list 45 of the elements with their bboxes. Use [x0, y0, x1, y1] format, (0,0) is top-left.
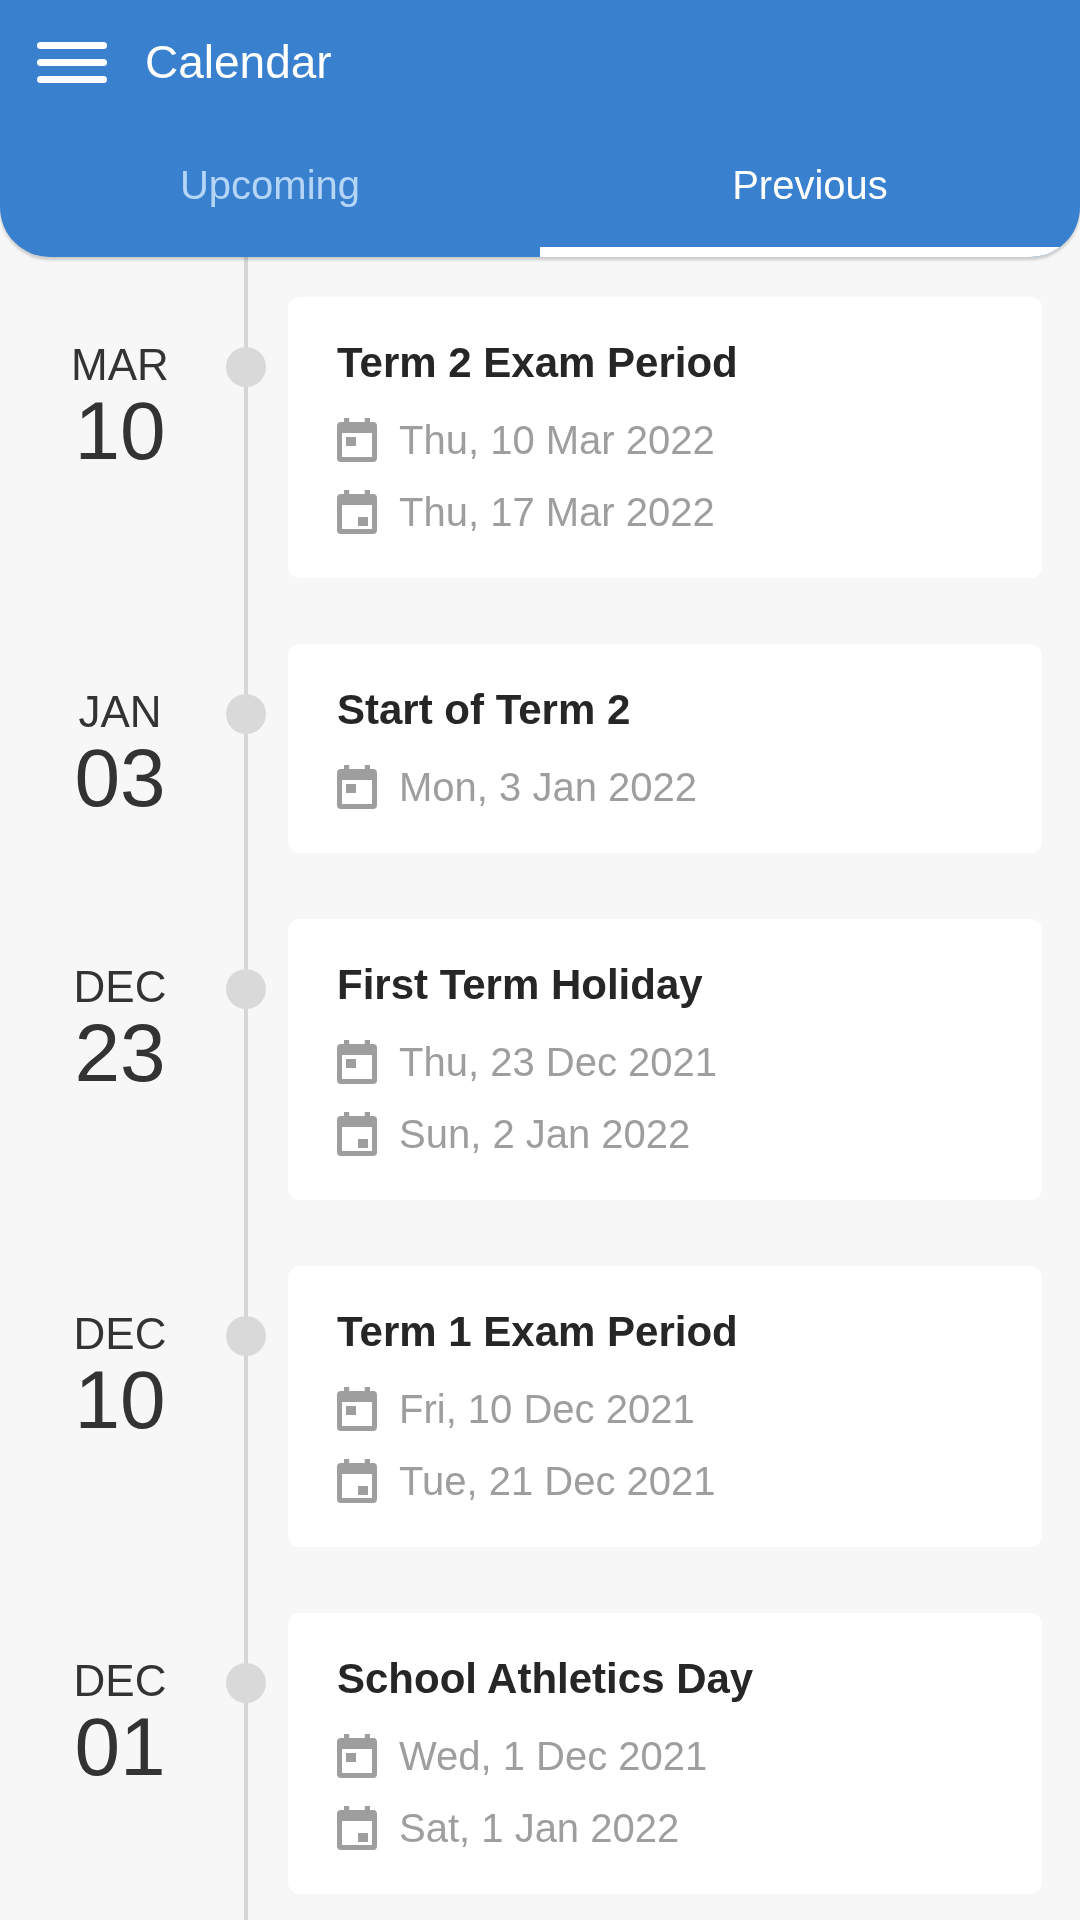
- date-month: DEC: [73, 963, 167, 1011]
- calendar-icon: [337, 1112, 377, 1156]
- event-title: School Athletics Day: [337, 1654, 755, 1704]
- event-card[interactable]: School Athletics Day Wed, 1 Dec 2021 Sat, 1 Jan 2022: [288, 1613, 1042, 1894]
- event-date: Mon, 3 Jan 2022: [399, 764, 697, 811]
- timeline-dot-icon: [226, 1663, 266, 1703]
- date-month: MAR: [71, 341, 169, 389]
- event-date: Thu, 10 Mar 2022: [399, 417, 715, 464]
- date-day: 23: [74, 1011, 166, 1095]
- calendar-icon: [337, 418, 377, 462]
- date-month: DEC: [73, 1310, 167, 1358]
- event-date: Wed, 1 Dec 2021: [399, 1733, 708, 1780]
- date-day: 10: [74, 1358, 166, 1442]
- timeline-dot-icon: [226, 969, 266, 1009]
- date-day: 01: [74, 1705, 166, 1789]
- calendar-icon: [337, 490, 377, 534]
- event-title: First Term Holiday: [337, 960, 704, 1010]
- date-month: JAN: [78, 688, 162, 736]
- event-card[interactable]: Start of Term 2 Mon, 3 Jan 2022: [288, 644, 1042, 853]
- event-title: Term 2 Exam Period: [337, 338, 739, 388]
- menu-icon[interactable]: [37, 41, 107, 83]
- event-date: Fri, 10 Dec 2021: [399, 1386, 695, 1433]
- date-day: 10: [74, 389, 166, 473]
- event-card[interactable]: Term 1 Exam Period Fri, 10 Dec 2021 Tue, 21 Dec 2021: [288, 1266, 1042, 1547]
- event-title: Term 1 Exam Period: [337, 1307, 739, 1357]
- calendar-icon: [337, 1734, 377, 1778]
- calendar-icon: [337, 1387, 377, 1431]
- app-title: Calendar: [145, 35, 332, 90]
- calendar-icon: [337, 1459, 377, 1503]
- event-date: Sat, 1 Jan 2022: [399, 1805, 680, 1852]
- event-title: Start of Term 2: [337, 685, 632, 735]
- calendar-icon: [337, 1040, 377, 1084]
- timeline-dot-icon: [226, 1316, 266, 1356]
- timeline-dot-icon: [226, 694, 266, 734]
- event-card[interactable]: First Term Holiday Thu, 23 Dec 2021 Sun, 2 Jan 2022: [288, 919, 1042, 1200]
- event-card[interactable]: Term 2 Exam Period Thu, 10 Mar 2022 Thu, 17 Mar 2022: [288, 297, 1042, 578]
- timeline-dot-icon: [226, 347, 266, 387]
- date-day: 03: [74, 736, 166, 820]
- calendar-icon: [337, 1806, 377, 1850]
- event-date: Sun, 2 Jan 2022: [399, 1111, 691, 1158]
- event-date: Thu, 17 Mar 2022: [399, 489, 715, 536]
- event-date: Tue, 21 Dec 2021: [399, 1458, 716, 1505]
- event-date: Thu, 23 Dec 2021: [399, 1039, 717, 1086]
- calendar-icon: [337, 765, 377, 809]
- date-month: DEC: [73, 1657, 167, 1705]
